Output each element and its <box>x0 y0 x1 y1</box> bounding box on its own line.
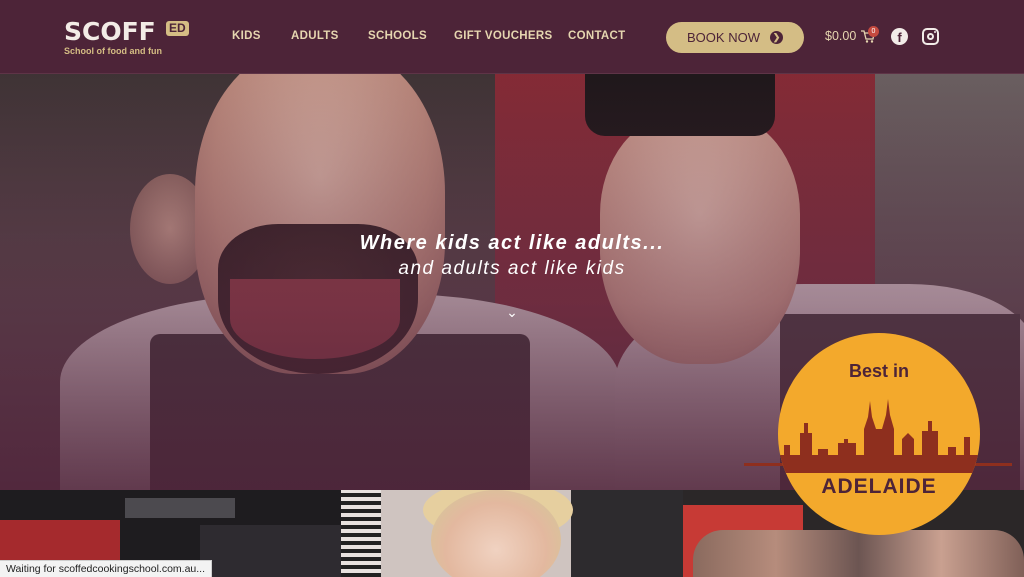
book-now-label: BOOK NOW <box>687 30 760 45</box>
gallery-kitchen-hood <box>125 498 235 518</box>
logo-tagline: School of food and fun <box>64 46 162 56</box>
best-in-adelaide-badge: Best in ADELAIDE <box>778 333 980 535</box>
adelaide-skyline-icon <box>778 399 980 473</box>
logo-ed-tag: ED <box>166 21 189 36</box>
logo-wordmark: SCOFF <box>64 17 156 46</box>
nav-schools[interactable]: SCHOOLS <box>368 30 427 46</box>
gallery-kitchen-wall <box>200 525 341 577</box>
instagram-icon[interactable] <box>922 28 939 45</box>
gallery-child-background <box>571 490 683 577</box>
gallery-child-stripes <box>341 490 381 577</box>
chevron-right-icon: ❯ <box>769 31 783 44</box>
gallery-image-child <box>341 490 683 577</box>
hero-headline: Where kids act like adults... <box>359 232 665 254</box>
book-now-button[interactable]: BOOK NOW ❯ <box>666 22 804 53</box>
badge-title: Best in <box>848 361 909 381</box>
hero-subheadline: and adults act like kids <box>398 258 626 279</box>
gallery-class-crowd <box>693 530 1024 577</box>
badge-city-label: ADELAIDE <box>821 475 937 498</box>
scoffed-logo[interactable]: SCOFF ED School of food and fun <box>64 18 196 58</box>
nav-contact[interactable]: CONTACT <box>568 30 625 46</box>
browser-status-bar: Waiting for scoffedcookingschool.com.au.… <box>0 560 213 577</box>
nav-adults[interactable]: ADULTS <box>291 30 339 46</box>
nav-gift-vouchers[interactable]: GIFT VOUCHERS <box>454 30 552 46</box>
cart-count-badge: 0 <box>868 26 879 37</box>
facebook-icon[interactable]: f <box>891 28 908 45</box>
chevron-down-icon[interactable]: ⌄ <box>504 304 520 320</box>
site-header: SCOFF ED School of food and fun KIDS ADU… <box>0 0 1024 74</box>
cart-total[interactable]: $0.00 <box>825 29 856 43</box>
nav-kids[interactable]: KIDS <box>232 30 261 46</box>
